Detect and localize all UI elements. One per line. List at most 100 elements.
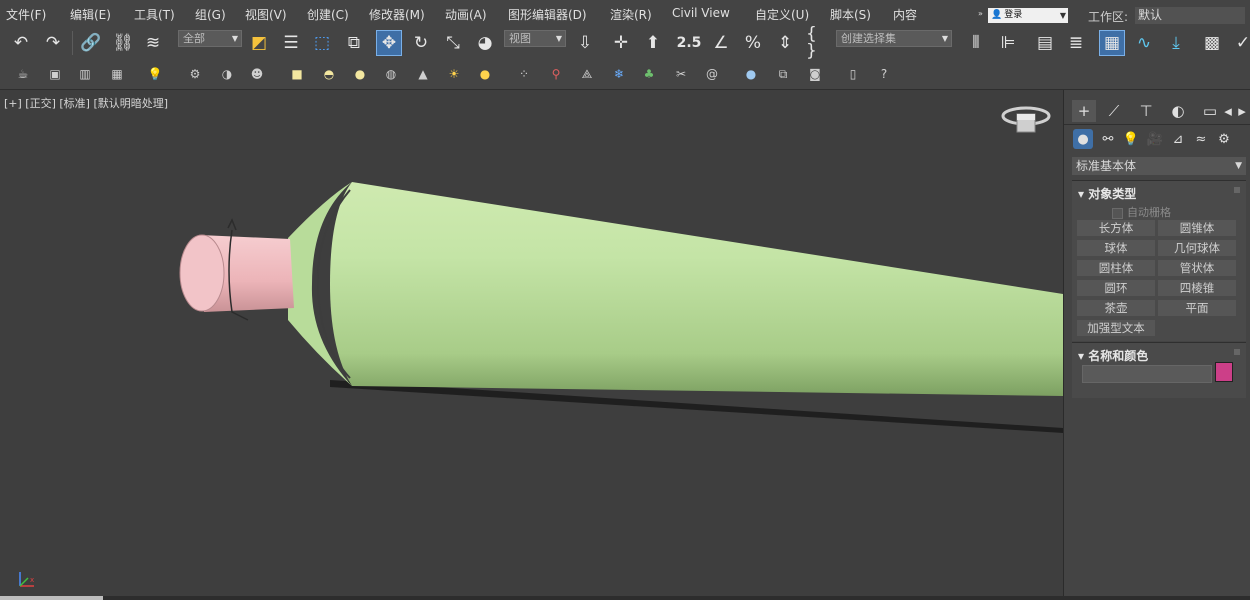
angle-snap-icon[interactable]: ∠ bbox=[708, 30, 734, 56]
expand-icon[interactable]: » bbox=[978, 9, 983, 18]
link-icon[interactable]: 🔗 bbox=[78, 30, 104, 56]
phone-icon[interactable]: ▯ bbox=[844, 65, 862, 83]
render-iterative-icon[interactable]: ▥ bbox=[76, 65, 94, 83]
unlink-icon[interactable]: ⛓ bbox=[110, 30, 136, 56]
rollout-pin-icon[interactable] bbox=[1234, 187, 1240, 193]
name-and-color-title[interactable]: ▾ 名称和颜色 bbox=[1078, 347, 1148, 364]
select-and-scale-icon[interactable]: ⤡ bbox=[440, 30, 466, 56]
menu-scripting[interactable]: 脚本(S) bbox=[830, 6, 871, 23]
menu-file[interactable]: 文件(F) bbox=[6, 6, 46, 23]
percent-snap-icon[interactable]: % bbox=[740, 30, 766, 56]
curve-editor-icon[interactable]: ∿ bbox=[1131, 30, 1157, 56]
hair-icon[interactable]: ✂ bbox=[672, 65, 690, 83]
walkthrough-icon[interactable]: ⚙ bbox=[186, 65, 204, 83]
login-dropdown[interactable]: 👤 登录 ▼ bbox=[988, 8, 1068, 23]
object-color-swatch[interactable] bbox=[1215, 362, 1233, 382]
tube-body[interactable] bbox=[330, 182, 1063, 396]
autogrid-checkbox[interactable]: 自动栅格 bbox=[1112, 204, 1171, 220]
undo-icon[interactable]: ↶ bbox=[8, 30, 34, 56]
box-button[interactable]: 长方体 bbox=[1077, 220, 1155, 236]
object-type-title[interactable]: ▾ 对象类型 bbox=[1078, 185, 1136, 202]
geometry-icon[interactable]: ● bbox=[1073, 129, 1093, 149]
flake-icon[interactable]: ❄ bbox=[610, 65, 628, 83]
plane-button[interactable]: 平面 bbox=[1158, 300, 1236, 316]
object-name-field[interactable] bbox=[1082, 365, 1212, 383]
hemisphere-primitive-icon[interactable]: ◓ bbox=[320, 65, 338, 83]
sky-icon[interactable]: ● bbox=[476, 65, 494, 83]
text-plus-button[interactable]: 加强型文本 bbox=[1077, 320, 1155, 336]
render-setup-small-icon[interactable]: ▦ bbox=[108, 65, 126, 83]
sphere-button[interactable]: 球体 bbox=[1077, 240, 1155, 256]
helpers-icon[interactable]: ⊿ bbox=[1168, 129, 1188, 149]
pivot-center-icon[interactable]: ⇩ bbox=[572, 30, 598, 56]
align-icon[interactable]: ⊫ bbox=[995, 30, 1021, 56]
menu-rendering[interactable]: 渲染(R) bbox=[610, 6, 652, 23]
create-tab-icon[interactable]: + bbox=[1072, 100, 1096, 122]
snail-icon[interactable]: @ bbox=[703, 65, 721, 83]
select-by-name-icon[interactable]: ☰ bbox=[278, 30, 304, 56]
render-icon[interactable]: ◙ bbox=[806, 65, 824, 83]
menu-content[interactable]: 内容 bbox=[893, 6, 917, 23]
geosphere-button[interactable]: 几何球体 bbox=[1158, 240, 1236, 256]
lights-icon[interactable]: 💡 bbox=[1121, 129, 1141, 149]
scroll-right-icon[interactable]: ▸ bbox=[1236, 100, 1248, 122]
teapot-icon[interactable]: ☕ bbox=[14, 65, 32, 83]
spinner-snap-icon[interactable]: ⇕ bbox=[772, 30, 798, 56]
sphere-primitive-icon[interactable]: ● bbox=[351, 65, 369, 83]
shell-icon[interactable]: ◍ bbox=[382, 65, 400, 83]
selection-filter-dropdown[interactable]: 全部 ▼ bbox=[178, 30, 242, 47]
scroll-left-icon[interactable]: ◂ bbox=[1222, 100, 1234, 122]
sun-icon[interactable]: ☀ bbox=[445, 65, 463, 83]
display-tab-icon[interactable]: ▭ bbox=[1198, 100, 1222, 122]
scene-explorer-icon[interactable]: ▤ bbox=[1032, 30, 1058, 56]
menu-create[interactable]: 创建(C) bbox=[307, 6, 349, 23]
menu-customize[interactable]: 自定义(U) bbox=[755, 6, 809, 23]
schematic-view-icon[interactable]: ⤓ bbox=[1163, 30, 1189, 56]
layer-explorer-icon[interactable]: ≣ bbox=[1063, 30, 1089, 56]
grass-icon[interactable]: ♣ bbox=[640, 65, 658, 83]
rollout-pin-icon[interactable] bbox=[1234, 349, 1240, 355]
rectangular-selection-icon[interactable]: ⬚ bbox=[309, 30, 335, 56]
edit-named-selection-icon[interactable]: { } bbox=[806, 26, 832, 60]
menu-edit[interactable]: 编辑(E) bbox=[70, 6, 111, 23]
workspace-dropdown[interactable]: 默认 bbox=[1135, 7, 1245, 24]
box-primitive-icon[interactable]: ■ bbox=[288, 65, 306, 83]
snaps-toggle-icon[interactable]: 2.5 bbox=[676, 30, 702, 56]
keyboard-shortcut-override-icon[interactable]: ⬆ bbox=[640, 30, 666, 56]
select-object-icon[interactable]: ◩ bbox=[246, 30, 272, 56]
help-icon[interactable]: ? bbox=[875, 65, 893, 83]
menu-civil-view[interactable]: Civil View bbox=[672, 6, 730, 20]
torus-button[interactable]: 圆环 bbox=[1077, 280, 1155, 296]
menu-graph-editors[interactable]: 图形编辑器(D) bbox=[508, 6, 587, 23]
mirror-icon[interactable]: ⫴ bbox=[963, 30, 989, 56]
render-frame-icon[interactable]: ▣ bbox=[46, 65, 64, 83]
modify-tab-icon[interactable]: ⟋ bbox=[1102, 100, 1126, 122]
tube-button[interactable]: 管状体 bbox=[1158, 260, 1236, 276]
toggle-ribbon-icon[interactable]: ▦ bbox=[1099, 30, 1125, 56]
select-and-move-icon[interactable]: ✥ bbox=[376, 30, 402, 56]
dynamics-icon[interactable]: ⚲ bbox=[547, 65, 565, 83]
reference-coordinate-dropdown[interactable]: 视图 ▼ bbox=[504, 30, 566, 47]
primitive-category-dropdown[interactable]: 标准基本体 ▼ bbox=[1072, 157, 1246, 175]
bones-icon[interactable]: ⟁ bbox=[578, 65, 596, 83]
systems-icon[interactable]: ⚙ bbox=[1214, 129, 1234, 149]
hierarchy-tab-icon[interactable]: ⊤ bbox=[1134, 100, 1158, 122]
menu-animation[interactable]: 动画(A) bbox=[445, 6, 487, 23]
redo-icon[interactable]: ↷ bbox=[40, 30, 66, 56]
pyramid-button[interactable]: 四棱锥 bbox=[1158, 280, 1236, 296]
copy-icon[interactable]: ⧉ bbox=[774, 65, 792, 83]
render-setup-icon[interactable]: ✓ bbox=[1230, 30, 1250, 56]
menu-group[interactable]: 组(G) bbox=[195, 6, 226, 23]
select-and-rotate-icon[interactable]: ↻ bbox=[408, 30, 434, 56]
perspective-viewport[interactable]: [+] [正交] [标准] [默认明暗处理] x bbox=[0, 90, 1064, 596]
named-selection-dropdown[interactable]: 创建选择集 ▼ bbox=[836, 30, 952, 47]
viewcube-icon[interactable] bbox=[1000, 102, 1052, 138]
menu-modifiers[interactable]: 修改器(M) bbox=[369, 6, 425, 23]
shapes-icon[interactable]: ⚯ bbox=[1098, 129, 1118, 149]
motion-tab-icon[interactable]: ◐ bbox=[1166, 100, 1190, 122]
manipulate-icon[interactable]: ✛ bbox=[608, 30, 634, 56]
half-sphere-icon[interactable]: ◑ bbox=[218, 65, 236, 83]
cap-top[interactable] bbox=[179, 234, 225, 312]
cylinder-button[interactable]: 圆柱体 bbox=[1077, 260, 1155, 276]
window-crossing-icon[interactable]: ⧉ bbox=[341, 30, 367, 56]
